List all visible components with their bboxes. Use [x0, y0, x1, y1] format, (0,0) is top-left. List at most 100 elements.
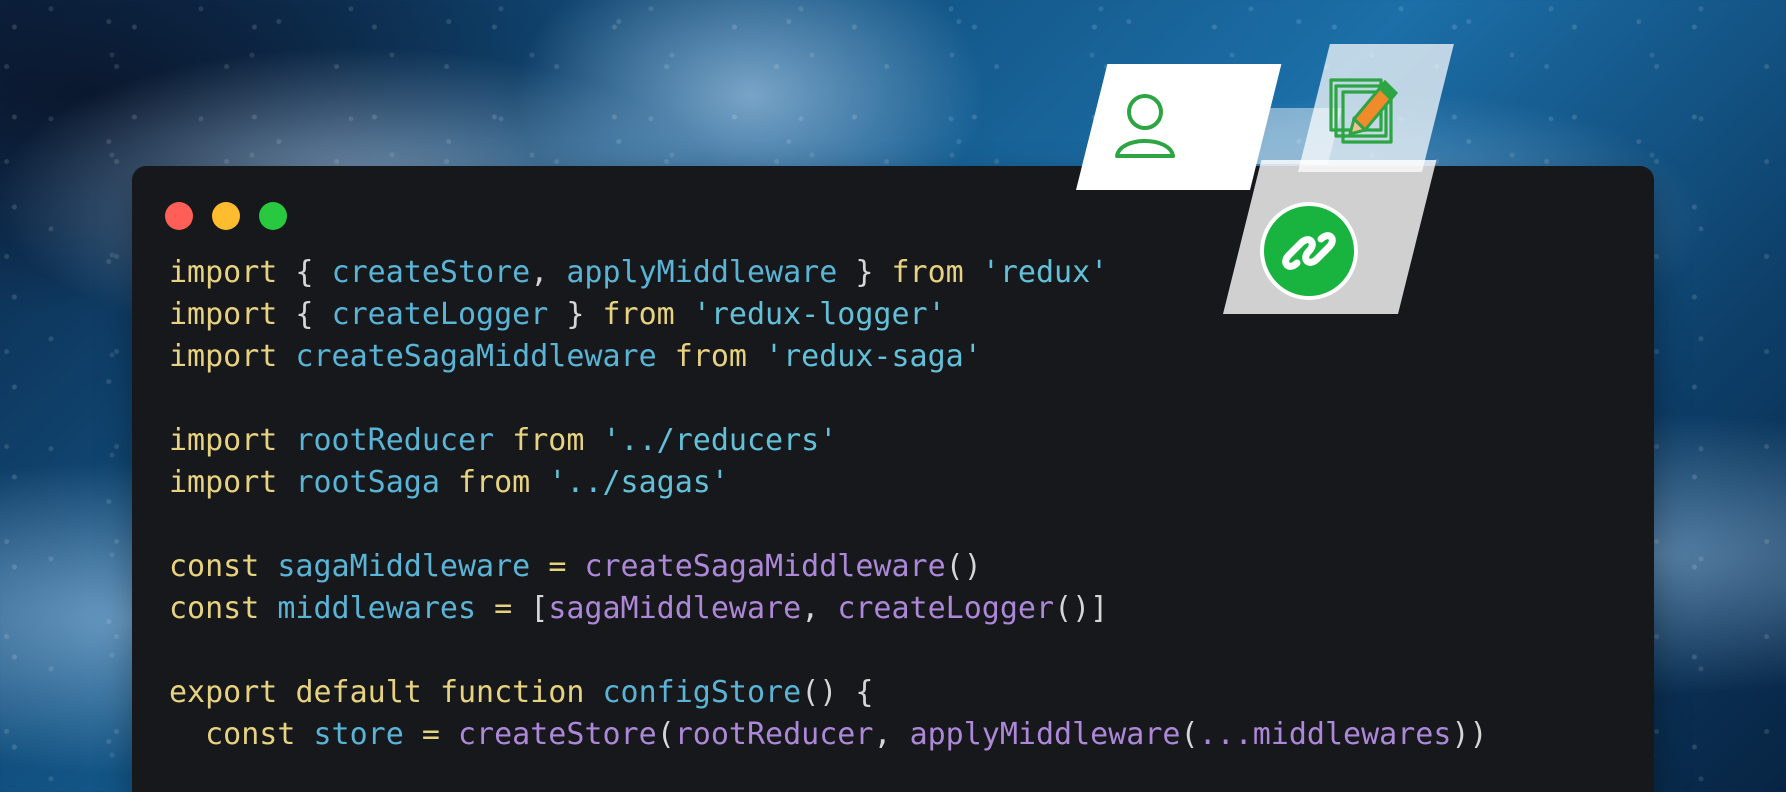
code-line: import { createLogger } from 'redux-logg…: [169, 294, 1488, 336]
code-line: import rootReducer from '../reducers': [169, 420, 1488, 462]
code-token: import: [169, 255, 278, 290]
code-token: =: [548, 549, 567, 584]
code-line: export default function configStore() {: [169, 672, 1488, 714]
code-token: =: [421, 717, 440, 752]
code-token: rootReducer: [674, 717, 874, 752]
code-token: createLogger: [331, 297, 549, 332]
minimize-button[interactable]: [212, 202, 240, 230]
code-token: 'redux-logger': [692, 297, 946, 332]
code-token: (: [656, 717, 675, 752]
code-token: from: [674, 339, 747, 374]
code-token: ...middlewares: [1198, 717, 1452, 752]
code-token: applyMiddleware: [909, 717, 1181, 752]
code-token: ()]: [1054, 591, 1109, 626]
code-window: import { createStore, applyMiddleware } …: [132, 166, 1654, 792]
code-token: sagaMiddleware: [548, 591, 802, 626]
code-token: 'redux-saga': [765, 339, 982, 374]
code-token: const: [169, 549, 260, 584]
code-line: import createSagaMiddleware from 'redux-…: [169, 336, 1488, 378]
notepad-card: [1298, 44, 1454, 172]
code-token: {: [277, 297, 332, 332]
code-line: const store = createStore(rootReducer, a…: [169, 714, 1488, 756]
code-token: import: [169, 423, 278, 458]
code-token: ,: [801, 591, 838, 626]
code-token: import: [169, 297, 278, 332]
code-token: rootSaga: [295, 465, 440, 500]
code-token: const: [205, 717, 296, 752]
code-token: export: [169, 675, 278, 710]
window-controls: [165, 202, 287, 230]
code-line: const middlewares = [sagaMiddleware, cre…: [169, 588, 1488, 630]
notepad-pencil-icon: [1329, 78, 1399, 144]
code-token: ,: [530, 255, 567, 290]
code-token: sagaMiddleware: [277, 549, 531, 584]
code-token: (: [1180, 717, 1199, 752]
code-token: middlewares: [277, 591, 477, 626]
code-token: '../sagas': [548, 465, 729, 500]
code-token: applyMiddleware: [566, 255, 838, 290]
code-token: createLogger: [837, 591, 1055, 626]
code-line: import { createStore, applyMiddleware } …: [169, 252, 1488, 294]
code-token: configStore: [602, 675, 802, 710]
code-token: function: [439, 675, 585, 710]
code-line: const sagaMiddleware = createSagaMiddlew…: [169, 546, 1488, 588]
code-token: createSagaMiddleware: [584, 549, 946, 584]
maximize-button[interactable]: [259, 202, 287, 230]
code-token: createSagaMiddleware: [295, 339, 657, 374]
code-token: () {: [801, 675, 874, 710]
code-token: )): [1451, 717, 1488, 752]
code-token: import: [169, 339, 278, 374]
code-token: createStore: [331, 255, 531, 290]
code-token: from: [602, 297, 675, 332]
code-token: default: [295, 675, 422, 710]
code-line: import rootSaga from '../sagas': [169, 462, 1488, 504]
code-token: '../reducers': [602, 423, 838, 458]
code-token: from: [458, 465, 531, 500]
code-token: from: [512, 423, 585, 458]
code-token: from: [891, 255, 964, 290]
code-token: store: [313, 717, 404, 752]
code-token: (): [945, 549, 982, 584]
code-token: }: [837, 255, 892, 290]
code-token: {: [277, 255, 332, 290]
code-token: =: [494, 591, 513, 626]
user-icon: [1115, 94, 1175, 158]
code-block: import { createStore, applyMiddleware } …: [169, 252, 1488, 756]
code-token: }: [548, 297, 603, 332]
code-token: createStore: [458, 717, 657, 752]
code-token: import: [169, 465, 278, 500]
code-token: rootReducer: [295, 423, 495, 458]
close-button[interactable]: [165, 202, 193, 230]
code-token: [: [512, 591, 549, 626]
card-bridge: [1233, 108, 1342, 164]
code-token: ,: [873, 717, 910, 752]
code-token: const: [169, 591, 260, 626]
code-token: 'redux': [981, 255, 1109, 290]
